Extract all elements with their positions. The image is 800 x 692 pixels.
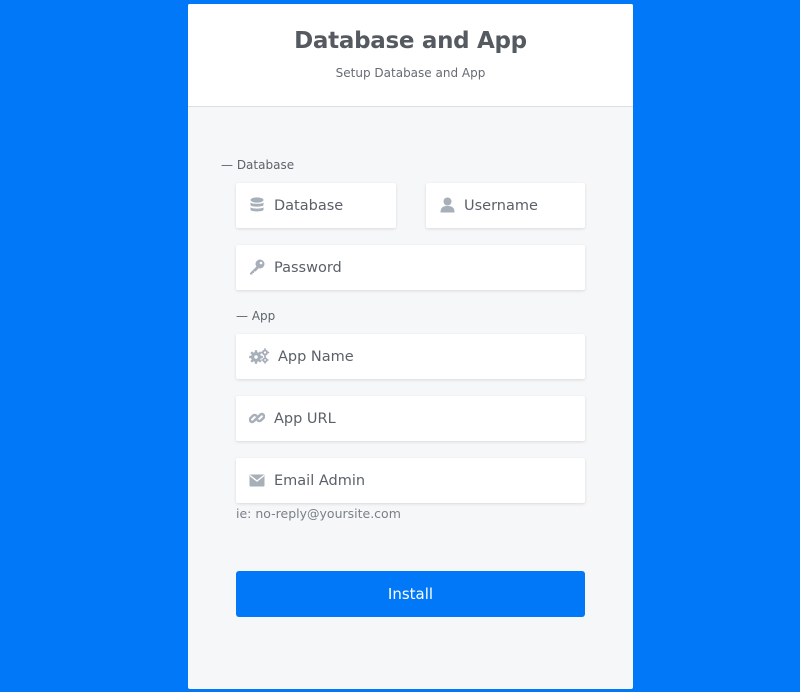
gears-icon bbox=[248, 347, 270, 365]
page-title: Database and App bbox=[294, 28, 527, 54]
envelope-icon bbox=[248, 471, 266, 489]
database-field[interactable] bbox=[236, 183, 396, 228]
card-header: Database and App Setup Database and App bbox=[188, 4, 633, 107]
app-name-input[interactable] bbox=[278, 334, 577, 379]
password-input[interactable] bbox=[274, 245, 577, 290]
setup-card: Database and App Setup Database and App … bbox=[188, 4, 633, 689]
database-input[interactable] bbox=[274, 183, 388, 228]
email-admin-field[interactable] bbox=[236, 458, 585, 503]
app-url-input[interactable] bbox=[274, 396, 577, 441]
email-admin-input[interactable] bbox=[274, 458, 577, 503]
install-button[interactable]: Install bbox=[236, 571, 585, 617]
email-hint: ie: no-reply@yoursite.com bbox=[236, 506, 401, 521]
username-field[interactable] bbox=[426, 183, 585, 228]
user-icon bbox=[438, 196, 456, 214]
link-icon bbox=[248, 409, 266, 427]
key-icon bbox=[248, 258, 266, 276]
username-input[interactable] bbox=[464, 183, 577, 228]
app-name-field[interactable] bbox=[236, 334, 585, 379]
database-icon bbox=[248, 196, 266, 214]
database-section-label: — Database bbox=[221, 158, 295, 172]
app-url-field[interactable] bbox=[236, 396, 585, 441]
password-field[interactable] bbox=[236, 245, 585, 290]
app-section-label: — App bbox=[236, 309, 276, 323]
page-subtitle: Setup Database and App bbox=[335, 66, 486, 80]
